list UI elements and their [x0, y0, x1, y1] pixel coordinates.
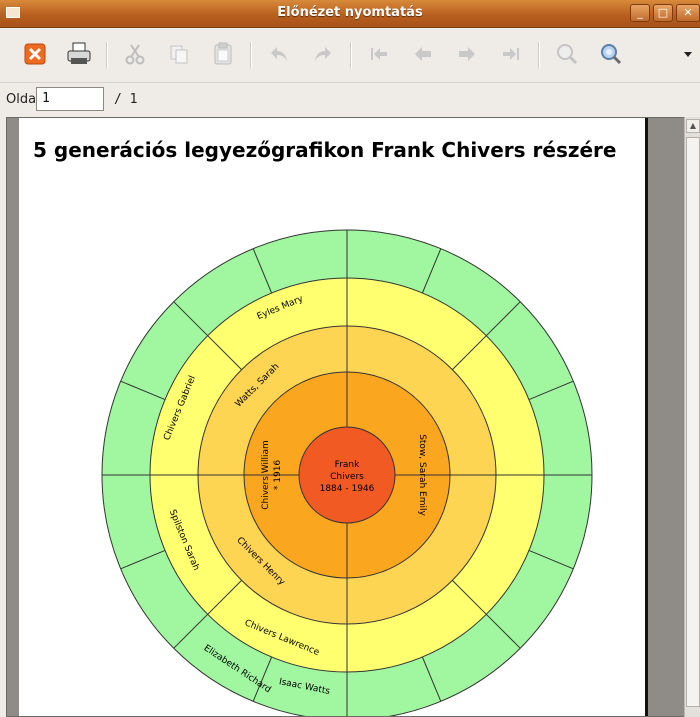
toolbar-separator — [250, 42, 252, 68]
gen2-father-name: Chivers William — [261, 440, 271, 510]
close-icon — [24, 43, 46, 65]
first-page-icon — [371, 48, 387, 60]
copy-icon — [170, 45, 188, 64]
next-page-button[interactable] — [450, 38, 484, 70]
gen2-father-detail: * 1916 — [273, 460, 283, 491]
vertical-scrollbar[interactable]: ▲ — [684, 117, 700, 717]
zoom-out-button[interactable] — [594, 38, 628, 70]
toolbar-overflow-button[interactable] — [676, 38, 700, 70]
arrow-left-icon — [415, 47, 431, 61]
chevron-down-icon — [684, 52, 692, 57]
zoom-in-icon — [557, 44, 578, 65]
title-bar: Előnézet nyomtatás _ □ ✕ — [0, 0, 700, 28]
first-page-button[interactable] — [362, 38, 396, 70]
gen2-mother-name: Stow, Sarah Emily — [417, 434, 427, 516]
toolbar-separator — [106, 42, 108, 68]
preview-viewport[interactable]: 5 generációs legyezőgrafikon Frank Chive… — [6, 117, 692, 717]
last-page-button[interactable] — [494, 38, 528, 70]
center-name-line2: Chivers — [330, 472, 364, 482]
redo-button[interactable] — [306, 38, 340, 70]
previous-page-button[interactable] — [406, 38, 440, 70]
preview-page: 5 generációs legyezőgrafikon Frank Chive… — [19, 118, 648, 716]
page-number-input[interactable]: 1 — [36, 87, 104, 111]
page-navigation-bar: Oldal: 1 / 1 — [0, 83, 700, 115]
scroll-up-icon[interactable]: ▲ — [686, 119, 700, 133]
copy-button[interactable] — [162, 38, 196, 70]
undo-button[interactable] — [262, 38, 296, 70]
zoom-in-button[interactable] — [550, 38, 584, 70]
clipboard-icon — [214, 42, 232, 65]
toolbar-separator — [350, 42, 352, 68]
toolbar-separator — [538, 42, 540, 68]
minimize-button[interactable]: _ — [630, 4, 650, 22]
printer-icon — [67, 42, 91, 64]
center-dates: 1884 - 1946 — [320, 484, 375, 494]
fan-chart: Frank Chivers 1884 - 1946 Chivers Willia… — [101, 229, 593, 716]
toolbar — [0, 28, 700, 83]
window-title: Előnézet nyomtatás — [277, 5, 423, 20]
close-window-button[interactable]: ✕ — [676, 4, 700, 22]
page-total: / 1 — [114, 92, 138, 107]
undo-icon — [271, 47, 287, 61]
center-name-line1: Frank — [335, 460, 360, 470]
zoom-out-icon — [601, 44, 622, 65]
scrollbar-thumb[interactable] — [686, 137, 700, 707]
last-page-icon — [503, 48, 519, 60]
maximize-button[interactable]: □ — [653, 4, 673, 22]
scissors-icon — [125, 44, 145, 65]
paste-button[interactable] — [206, 38, 240, 70]
close-preview-button[interactable] — [18, 38, 52, 70]
redo-icon — [315, 47, 331, 61]
cut-button[interactable] — [118, 38, 152, 70]
arrow-right-icon — [459, 47, 475, 61]
print-button[interactable] — [62, 38, 96, 70]
